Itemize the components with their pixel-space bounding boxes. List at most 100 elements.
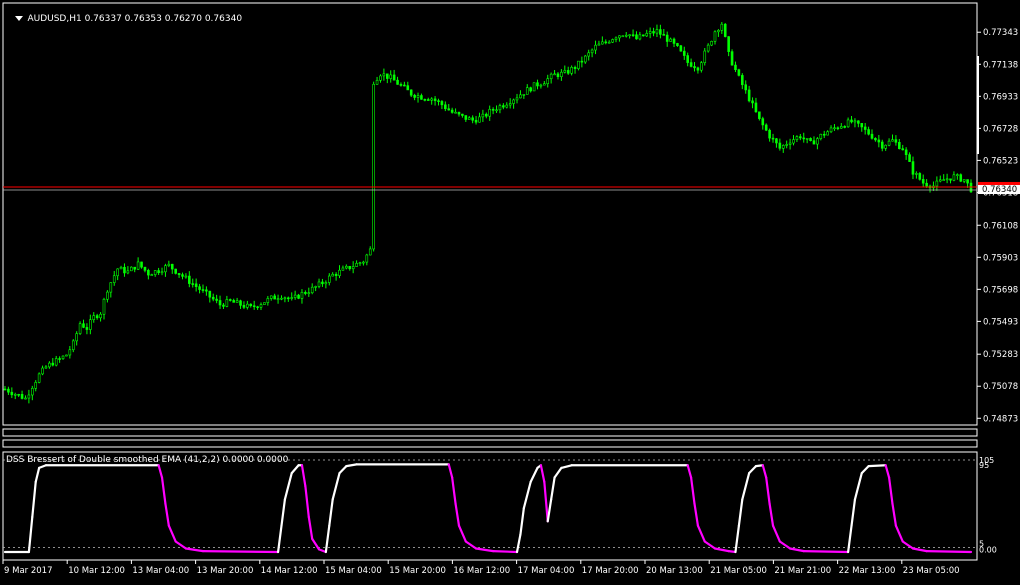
candle xyxy=(799,133,802,141)
candle xyxy=(556,72,560,80)
chart-window[interactable]: 0.77343 0.77138 0.76933 0.76728 0.76523 0.763… xyxy=(0,0,1020,581)
candle xyxy=(215,294,218,304)
candle xyxy=(225,295,229,308)
candle xyxy=(717,29,720,37)
candle-body xyxy=(908,154,911,162)
candle xyxy=(341,265,345,271)
candle-body xyxy=(652,31,655,34)
candle xyxy=(751,97,754,109)
candle xyxy=(744,80,748,94)
candle-body xyxy=(392,74,396,81)
time-tick-label: 13 Mar 04:00 xyxy=(132,566,189,576)
candle xyxy=(78,321,82,336)
candle xyxy=(310,283,314,295)
price-tick-label: 0.77343 xyxy=(983,28,1018,38)
candle xyxy=(3,385,7,391)
dss-segment xyxy=(546,498,553,523)
dss-segment xyxy=(686,464,693,479)
candle-body xyxy=(669,38,672,42)
candle-body xyxy=(727,36,730,52)
candle xyxy=(92,312,96,323)
candle-body xyxy=(826,131,829,136)
candle-body xyxy=(549,73,553,79)
candle-body xyxy=(416,95,420,98)
candle-body xyxy=(560,71,563,77)
candle xyxy=(891,134,894,142)
candle xyxy=(372,81,375,252)
candle xyxy=(573,65,577,74)
candle xyxy=(304,290,307,296)
candle-body xyxy=(51,362,55,366)
candle xyxy=(901,144,905,151)
dss-segment xyxy=(201,550,280,554)
candle-body xyxy=(287,297,290,300)
candle-body xyxy=(618,35,621,39)
candle xyxy=(560,69,563,81)
candle xyxy=(781,144,785,153)
candle-body xyxy=(153,270,157,275)
candle-body xyxy=(788,142,792,145)
candle xyxy=(949,178,952,184)
candle-body xyxy=(850,119,853,123)
candle xyxy=(631,29,635,37)
candle xyxy=(211,293,215,302)
candle-body xyxy=(126,270,130,274)
candle xyxy=(147,268,150,280)
ohlc-values: 0.76337 0.76353 0.76270 0.76340 xyxy=(84,14,243,24)
candle-body xyxy=(78,323,82,334)
candle-body xyxy=(409,89,413,96)
candle xyxy=(785,140,788,149)
candle xyxy=(553,70,556,76)
candle-body xyxy=(222,304,225,307)
candle xyxy=(68,346,72,359)
candle xyxy=(822,130,826,139)
candle-body xyxy=(942,179,945,181)
candle xyxy=(867,126,870,136)
candle xyxy=(894,135,898,146)
candle xyxy=(382,68,386,81)
candle xyxy=(399,82,403,87)
dss-indicator: 1059550.00 xyxy=(3,456,997,555)
candle xyxy=(833,124,836,131)
candle-body xyxy=(314,286,317,288)
candle-body xyxy=(256,306,259,309)
indicator-level-label: 0.00 xyxy=(979,546,997,555)
candle xyxy=(642,34,645,37)
dss-segment xyxy=(157,464,164,479)
candle xyxy=(761,116,765,130)
dss-segment xyxy=(345,463,358,468)
candle-body xyxy=(266,298,270,303)
candle xyxy=(676,42,679,47)
candle-body xyxy=(297,294,300,299)
candle-body xyxy=(37,373,41,383)
candle-body xyxy=(225,299,229,307)
candle xyxy=(809,137,812,142)
candle-body xyxy=(768,129,771,139)
time-tick-label: 9 Mar 2017 xyxy=(4,566,52,576)
candle xyxy=(495,105,498,113)
candle-body xyxy=(956,174,959,176)
candle xyxy=(324,280,328,289)
candle xyxy=(710,40,713,47)
dss-segment xyxy=(328,498,334,527)
candle-body xyxy=(263,302,266,305)
dss-segment xyxy=(765,476,771,505)
candle-body xyxy=(935,180,939,187)
candle xyxy=(720,22,724,34)
candle-body xyxy=(809,138,812,141)
candle xyxy=(959,173,963,183)
candle-body xyxy=(734,64,737,71)
candle xyxy=(529,86,532,93)
candle-body xyxy=(491,109,495,111)
candle-body xyxy=(659,29,662,35)
candle xyxy=(655,24,659,38)
candle-body xyxy=(232,300,235,303)
candle-body xyxy=(140,261,143,268)
candle-body xyxy=(775,138,778,144)
candle-body xyxy=(949,178,952,181)
candle xyxy=(539,83,543,89)
candle-body xyxy=(218,300,222,306)
candle-body xyxy=(235,300,239,303)
triangle-down-icon[interactable] xyxy=(15,16,24,21)
chart-svg[interactable]: 0.77343 0.77138 0.76933 0.76728 0.76523 0.763… xyxy=(0,0,1020,581)
